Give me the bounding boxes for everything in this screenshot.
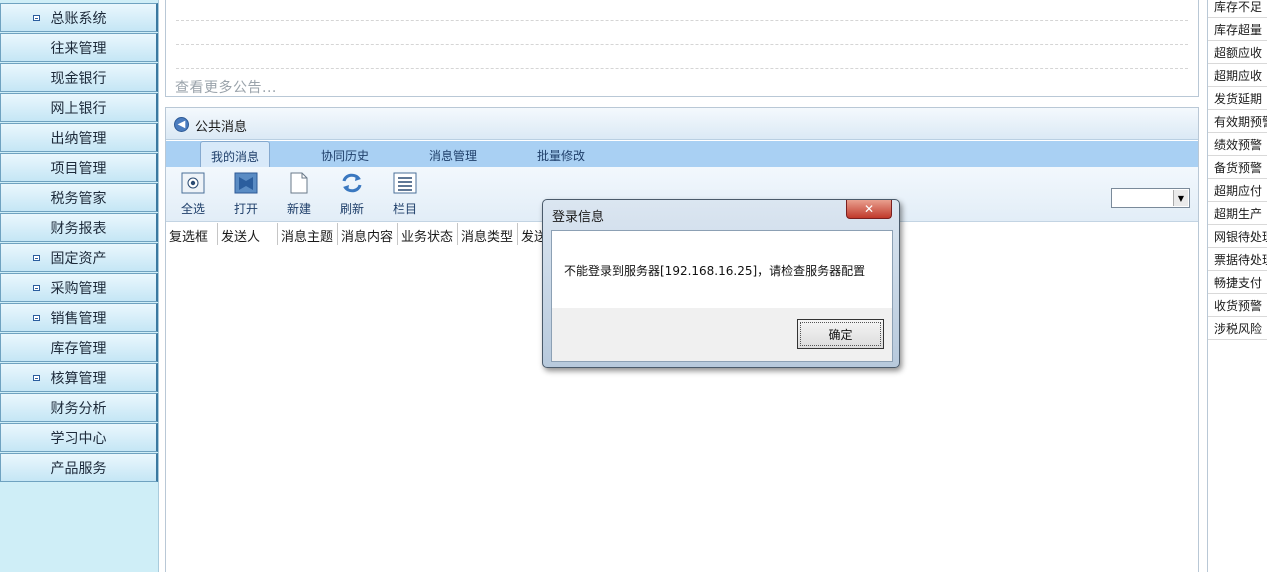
new-button[interactable]: 新建 — [279, 172, 319, 217]
alert-item[interactable]: 超期应付 — [1208, 179, 1267, 202]
dialog-message-area: 不能登录到服务器[192.168.16.25]，请检查服务器配置 — [552, 231, 892, 308]
nav-item-inventory[interactable]: 库存管理 — [0, 333, 158, 362]
tab-bar: 我的消息 协同历史 消息管理 批量修改 — [166, 141, 1198, 167]
dialog-title: 登录信息 — [552, 210, 605, 225]
columns-button[interactable]: 栏目 — [385, 172, 425, 217]
nav-item-general-ledger[interactable]: 总账系统 — [0, 3, 158, 32]
refresh-icon — [342, 173, 362, 193]
alert-item[interactable]: 库存不足 — [1208, 0, 1267, 18]
nav-item-cashier[interactable]: 出纳管理 — [0, 123, 158, 152]
refresh-button[interactable]: 刷新 — [332, 172, 372, 217]
alert-item[interactable]: 票据待处理 — [1208, 248, 1267, 271]
nav-item-fixed-assets[interactable]: 固定资产 — [0, 243, 158, 272]
alert-item[interactable]: 收货预警 — [1208, 294, 1267, 317]
login-info-dialog: 登录信息 ✕ 不能登录到服务器[192.168.16.25]，请检查服务器配置 … — [542, 199, 900, 368]
collapse-icon[interactable] — [33, 255, 40, 261]
alert-item[interactable]: 库存超量 — [1208, 18, 1267, 41]
nav-item-cash-bank[interactable]: 现金银行 — [0, 63, 158, 92]
divider — [176, 44, 1188, 45]
tab-batch-edit[interactable]: 批量修改 — [537, 141, 585, 167]
alert-item[interactable]: 涉税风险 — [1208, 317, 1267, 340]
dialog-message: 不能登录到服务器[192.168.16.25]，请检查服务器配置 — [564, 264, 866, 278]
columns-list-icon — [393, 172, 417, 194]
select-all-button[interactable]: 全选 — [173, 172, 213, 217]
alert-item[interactable]: 发货延期 — [1208, 87, 1267, 110]
alert-item[interactable]: 有效期预警 — [1208, 110, 1267, 133]
select-all-icon — [181, 172, 205, 194]
nav-item-purchasing[interactable]: 采购管理 — [0, 273, 158, 302]
open-icon — [234, 172, 258, 194]
back-arrow-icon[interactable]: ◀ — [174, 117, 189, 132]
collapse-icon[interactable] — [33, 285, 40, 291]
nav-item-project[interactable]: 项目管理 — [0, 153, 158, 182]
collapse-icon[interactable] — [33, 315, 40, 321]
alert-item[interactable]: 畅捷支付 — [1208, 271, 1267, 294]
left-nav-sidebar: 总账系统 往来管理 现金银行 网上银行 出纳管理 项目管理 税务管家 财务报表 … — [0, 0, 159, 572]
alert-item[interactable]: 网银待处理 — [1208, 225, 1267, 248]
alert-item[interactable]: 绩效预警 — [1208, 133, 1267, 156]
nav-item-tax[interactable]: 税务管家 — [0, 183, 158, 212]
alerts-panel: 库存不足 库存超量 超额应收 超期应收 发货延期 有效期预警 绩效预警 备货预警… — [1207, 0, 1267, 572]
new-document-icon — [290, 172, 308, 194]
alert-item[interactable]: 备货预警 — [1208, 156, 1267, 179]
nav-item-accounting[interactable]: 核算管理 — [0, 363, 158, 392]
nav-item-product-service[interactable]: 产品服务 — [0, 453, 158, 482]
col-sender[interactable]: 发送人 — [218, 223, 278, 245]
collapse-icon[interactable] — [33, 15, 40, 21]
dropdown-arrow-icon[interactable]: ▼ — [1173, 190, 1188, 206]
alert-item[interactable]: 超期应收 — [1208, 64, 1267, 87]
divider — [176, 20, 1188, 21]
col-content[interactable]: 消息内容 — [338, 223, 398, 245]
nav-item-finance-analysis[interactable]: 财务分析 — [0, 393, 158, 422]
alert-item[interactable]: 超额应收 — [1208, 41, 1267, 64]
close-icon[interactable]: ✕ — [846, 200, 892, 219]
tab-my-messages[interactable]: 我的消息 — [200, 141, 271, 167]
col-checkbox[interactable]: 复选框 — [166, 223, 218, 245]
panel-header: ◀ 公共消息 — [166, 108, 1198, 140]
col-subject[interactable]: 消息主题 — [278, 223, 338, 245]
dialog-body: 不能登录到服务器[192.168.16.25]，请检查服务器配置 确定 — [551, 230, 893, 362]
ok-button[interactable]: 确定 — [797, 319, 884, 349]
alert-item[interactable]: 超期生产 — [1208, 202, 1267, 225]
tab-message-management[interactable]: 消息管理 — [429, 141, 477, 167]
divider — [176, 68, 1188, 69]
announcement-panel: 查看更多公告... — [165, 0, 1199, 97]
open-button[interactable]: 打开 — [226, 172, 266, 217]
nav-item-reports[interactable]: 财务报表 — [0, 213, 158, 242]
col-message-type[interactable]: 消息类型 — [458, 223, 518, 245]
collapse-icon[interactable] — [33, 375, 40, 381]
tab-collab-history[interactable]: 协同历史 — [321, 141, 369, 167]
more-announcements-link[interactable]: 查看更多公告... — [175, 77, 277, 97]
nav-item-receivables[interactable]: 往来管理 — [0, 33, 158, 62]
nav-item-online-bank[interactable]: 网上银行 — [0, 93, 158, 122]
nav-item-learning[interactable]: 学习中心 — [0, 423, 158, 452]
filter-dropdown[interactable]: ▼ — [1111, 188, 1190, 208]
col-business-status[interactable]: 业务状态 — [398, 223, 458, 245]
nav-item-sales[interactable]: 销售管理 — [0, 303, 158, 332]
panel-title: 公共消息 — [195, 120, 248, 135]
